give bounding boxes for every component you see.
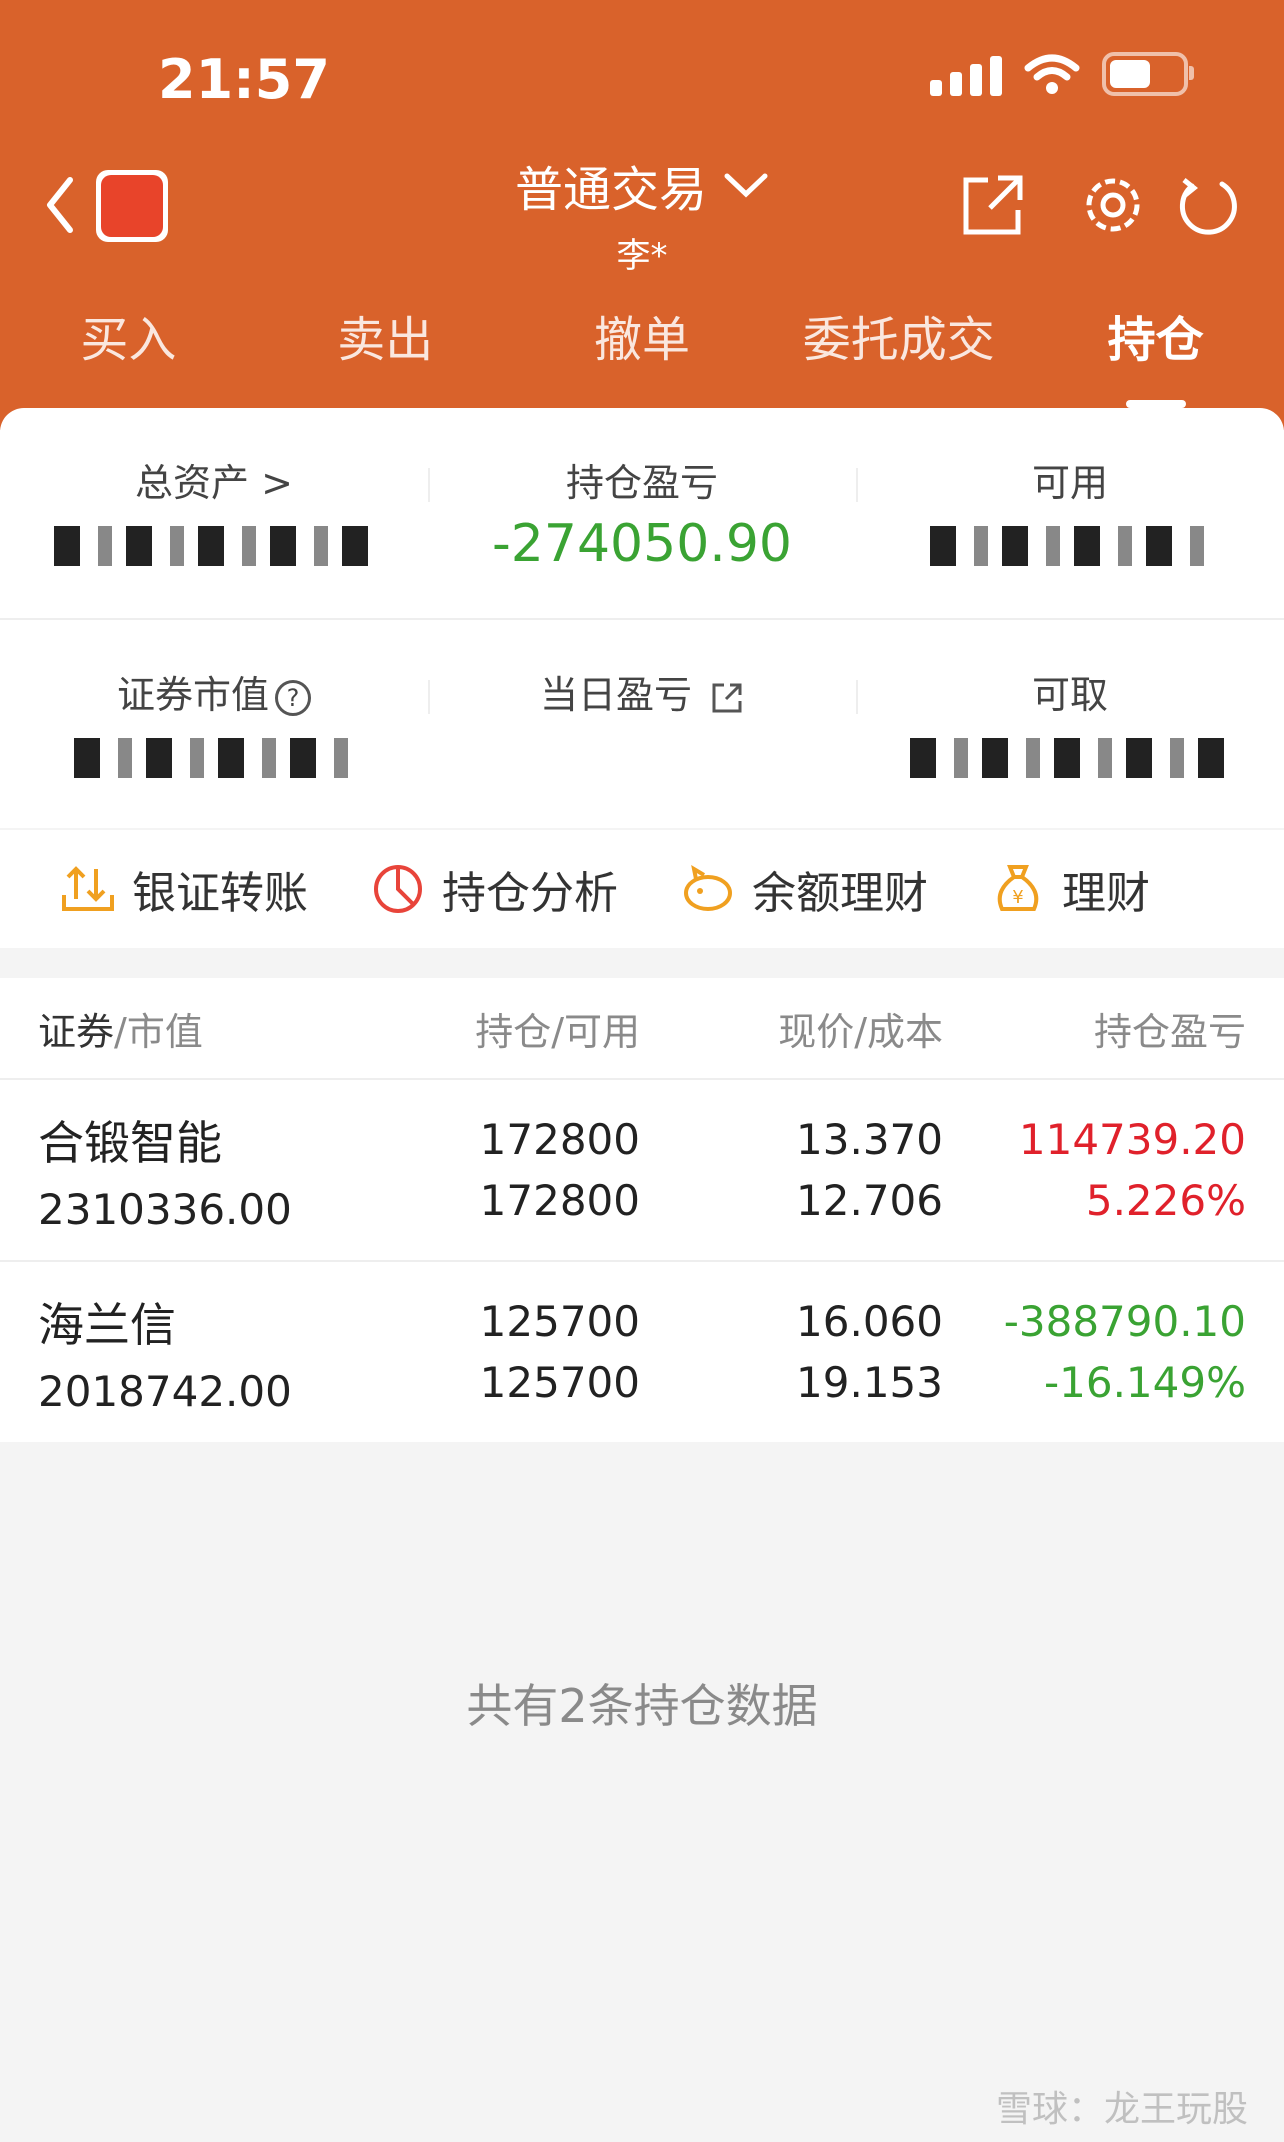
current-price: 16.060 xyxy=(796,1297,943,1346)
position-pl-label: 持仓盈亏 xyxy=(565,461,718,505)
position-pl: 持仓盈亏 -274050.90 xyxy=(428,408,856,618)
bank-transfer-label: 银证转账 xyxy=(132,868,308,919)
masked-value xyxy=(74,738,354,778)
header-security: 证券/市值 xyxy=(38,1009,203,1054)
cost-price: 12.706 xyxy=(796,1176,943,1225)
position-pl-value: -274050.90 xyxy=(492,514,792,574)
masked-value xyxy=(54,526,374,566)
header-position: 持仓/可用 xyxy=(475,1009,640,1054)
refresh-icon[interactable] xyxy=(1172,170,1242,240)
positions-table: 证券/市值 持仓/可用 现价/成本 持仓盈亏 合锻智能 2310336.00 1… xyxy=(0,978,1284,1442)
quick-actions: 银证转账 持仓分析 余额理财 ¥ 理财 xyxy=(0,830,1284,948)
position-qty: 125700 xyxy=(479,1297,640,1346)
withdrawable: 可取 xyxy=(856,620,1284,830)
table-header: 证券/市值 持仓/可用 现价/成本 持仓盈亏 xyxy=(0,978,1284,1080)
money-bag-icon: ¥ xyxy=(997,865,1039,911)
app-header: 21:57 普通交易 李* 买入 卖出 撤单 委托成交 持仓 xyxy=(0,0,1284,430)
summary-row-1: 总资产 > 持仓盈亏 -274050.90 可用 xyxy=(0,408,1284,618)
position-analysis-label: 持仓分析 xyxy=(442,868,618,919)
page-title-text: 普通交易 xyxy=(514,162,707,218)
market-value-label: 证券市值 xyxy=(116,673,269,717)
summary-row-2: 证券市值? 当日盈亏 可取 xyxy=(0,618,1284,830)
chevron-down-icon xyxy=(724,173,768,198)
pie-chart-icon xyxy=(374,865,422,913)
position-analysis-button[interactable]: 持仓分析 xyxy=(370,857,618,921)
stock-name: 海兰信 xyxy=(38,1297,176,1352)
stock-name: 合锻智能 xyxy=(38,1115,222,1170)
withdrawable-label: 可取 xyxy=(1031,673,1108,717)
masked-value xyxy=(930,526,1210,566)
pl-amount: -388790.10 xyxy=(1003,1297,1246,1346)
wifi-icon xyxy=(1024,54,1080,94)
status-time: 21:57 xyxy=(158,48,330,111)
available-label: 可用 xyxy=(1031,461,1108,505)
signal-icon xyxy=(930,52,1002,96)
table-row[interactable]: 合锻智能 2310336.00 172800 172800 13.370 12.… xyxy=(0,1080,1284,1262)
share-icon[interactable] xyxy=(958,170,1028,240)
header-price: 现价/成本 xyxy=(778,1009,943,1054)
available-qty: 172800 xyxy=(479,1176,640,1225)
gear-icon[interactable] xyxy=(1078,170,1148,240)
trade-tabs: 买入 卖出 撤单 委托成交 持仓 xyxy=(0,300,1284,408)
pl-percent: -16.149% xyxy=(1043,1358,1246,1407)
table-row[interactable]: 海兰信 2018742.00 125700 125700 16.060 19.1… xyxy=(0,1262,1284,1442)
total-assets-label: 总资产 > xyxy=(135,461,293,505)
page-title[interactable]: 普通交易 xyxy=(515,150,769,220)
account-summary: 总资产 > 持仓盈亏 -274050.90 可用 证券市值? 当日盈亏 可取 xyxy=(0,408,1284,828)
position-qty: 172800 xyxy=(479,1115,640,1164)
market-value: 2310336.00 xyxy=(38,1184,292,1234)
daily-pl-label: 当日盈亏 xyxy=(539,673,692,717)
battery-icon xyxy=(1102,52,1194,96)
help-icon[interactable]: ? xyxy=(275,679,311,716)
balance-finance-label: 余额理财 xyxy=(752,868,928,919)
current-price: 13.370 xyxy=(796,1115,943,1164)
masked-value xyxy=(910,738,1230,778)
positions-count-note: 共有2条持仓数据 xyxy=(466,1679,818,1733)
tab-sell[interactable]: 卖出 xyxy=(257,300,514,370)
finance-label: 理财 xyxy=(1062,868,1150,919)
external-link-icon[interactable] xyxy=(710,681,744,715)
cost-price: 19.153 xyxy=(796,1358,943,1407)
bank-transfer-button[interactable]: 银证转账 xyxy=(60,857,308,921)
svg-text:¥: ¥ xyxy=(1012,887,1023,908)
total-assets[interactable]: 总资产 > xyxy=(0,408,428,618)
available-qty: 125700 xyxy=(479,1358,640,1407)
header-pl: 持仓盈亏 xyxy=(1093,1009,1246,1054)
tab-positions[interactable]: 持仓 xyxy=(1027,300,1284,408)
available: 可用 xyxy=(856,408,1284,618)
pl-amount: 114739.20 xyxy=(1018,1115,1246,1164)
transfer-icon xyxy=(62,866,114,911)
status-icons xyxy=(930,52,1194,96)
balance-finance-button[interactable]: 余额理财 xyxy=(680,857,928,921)
tab-orders[interactable]: 委托成交 xyxy=(770,300,1027,370)
market-value[interactable]: 证券市值? xyxy=(0,620,428,830)
watermark: 雪球：龙王玩股 xyxy=(995,2089,1248,2130)
tab-cancel[interactable]: 撤单 xyxy=(514,300,771,370)
pl-percent: 5.226% xyxy=(1085,1176,1246,1225)
piggy-bank-icon xyxy=(684,864,732,911)
daily-pl[interactable]: 当日盈亏 xyxy=(428,620,856,830)
finance-button[interactable]: ¥ 理财 xyxy=(990,857,1150,921)
tab-buy[interactable]: 买入 xyxy=(0,300,257,370)
market-value: 2018742.00 xyxy=(38,1366,292,1416)
